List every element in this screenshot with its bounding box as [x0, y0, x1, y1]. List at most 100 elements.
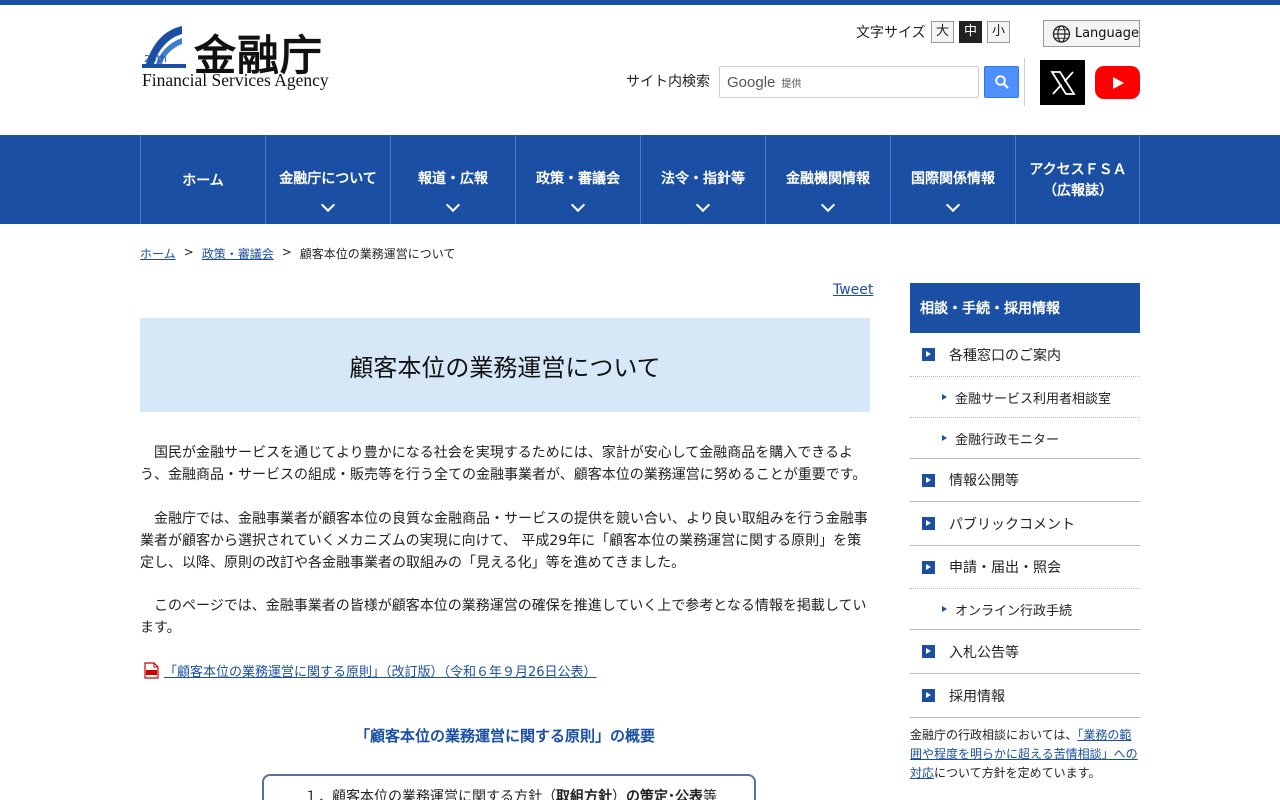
- chevron-down-icon: [820, 197, 836, 213]
- sidebar-sub-monitor[interactable]: 金融行政モニター: [910, 418, 1140, 459]
- triangle-right-icon: [942, 394, 947, 400]
- chevron-down-icon: [320, 197, 336, 213]
- youtube-link[interactable]: [1095, 66, 1140, 99]
- chevron-down-icon: [445, 197, 461, 213]
- sidebar-sub-label: 金融サービス利用者相談室: [955, 391, 1112, 407]
- logo-english-text: Financial Services Agency: [142, 70, 329, 90]
- top-accent-bar: [0, 0, 1280, 5]
- sidebar-item-contact[interactable]: 各種窓口のご案内: [910, 333, 1140, 377]
- outline-item-1-suffix: 等: [703, 789, 717, 800]
- arrow-square-icon: [922, 560, 935, 574]
- sidebar-item-disclosure[interactable]: 情報公開等: [910, 459, 1140, 502]
- intro-paragraph-3: このページでは、金融事業者の皆様が顧客本位の業務運営の確保を推進していく上で参考…: [140, 598, 867, 636]
- nav-about[interactable]: 金融庁について: [265, 135, 390, 224]
- language-button[interactable]: Language: [1043, 20, 1140, 47]
- triangle-right-icon: [942, 606, 947, 612]
- breadcrumb-policy-link[interactable]: 政策・審議会: [202, 245, 274, 262]
- font-size-label: 文字サイズ: [856, 25, 926, 41]
- breadcrumb: ホーム > 政策・審議会 > 顧客本位の業務運営について: [140, 245, 455, 262]
- font-size-medium-button[interactable]: 中: [959, 21, 982, 43]
- sidebar-item-label: 申請・届出・照会: [949, 560, 1061, 576]
- intro-paragraph-2: 金融庁では、金融事業者が顧客本位の良質な金融商品・サービスの提供を競い合い、より…: [140, 511, 868, 571]
- chevron-down-icon: [945, 197, 961, 213]
- sidebar-sub-label: オンライン行政手続: [955, 603, 1073, 619]
- nav-end-divider: [1139, 135, 1140, 224]
- nav-international-label: 国際関係情報: [911, 171, 995, 187]
- outline-item-1-prefix: １．顧客本位の業務運営に関する方針（: [304, 789, 556, 800]
- sidebar-item-recruit[interactable]: 採用情報: [910, 674, 1140, 718]
- sidebar-item-label: 採用情報: [949, 688, 1005, 705]
- sidebar-item-label: 各種窓口のご案内: [949, 347, 1061, 364]
- sidebar-note: 金融庁の行政相談においては、「業務の範囲や程度を明らかに超える苦情相談」への対応…: [910, 726, 1142, 783]
- chevron-down-icon: [695, 197, 711, 213]
- font-size-small-button[interactable]: 小: [987, 21, 1010, 43]
- sidebar-sub-consult[interactable]: 金融サービス利用者相談室: [910, 377, 1140, 418]
- principles-pdf-link[interactable]: 「顧客本位の業務運営に関する原則」（改訂版）（令和６年９月26日公表）: [144, 661, 597, 680]
- sidebar-item-application[interactable]: 申請・届出・照会: [910, 546, 1140, 589]
- sidebar-sub-online[interactable]: オンライン行政手続: [910, 589, 1140, 630]
- language-label: Language: [1074, 26, 1139, 41]
- nav-home[interactable]: ホーム: [140, 135, 265, 224]
- globe-icon: [1052, 24, 1071, 43]
- outline-item-1-bold-publish: の策定･公表: [626, 789, 703, 800]
- breadcrumb-separator: >: [281, 245, 292, 259]
- sidebar-item-public-comment[interactable]: パブリックコメント: [910, 502, 1140, 546]
- fsa-logo-icon: 25th: [142, 26, 186, 68]
- sidebar-item-bidding[interactable]: 入札公告等: [910, 630, 1140, 674]
- sidebar-note-before: 金融庁の行政相談においては、: [910, 728, 1078, 742]
- nav-about-label: 金融庁について: [279, 171, 377, 187]
- sidebar-item-label: 情報公開等: [949, 473, 1019, 489]
- nav-policy[interactable]: 政策・審議会: [515, 135, 640, 224]
- nav-press-label: 報道・広報: [418, 171, 488, 187]
- sidebar-item-label: 入札公告等: [949, 644, 1019, 661]
- site-search-label: サイト内検索: [626, 74, 710, 90]
- youtube-play-icon: [1112, 76, 1124, 89]
- nav-access-label: アクセスＦＳＡ （広報誌）: [1016, 160, 1140, 202]
- arrow-square-icon: [922, 689, 935, 702]
- nav-laws-label: 法令・指針等: [661, 171, 745, 187]
- principles-overview-heading: 「顧客本位の業務運営に関する原則」の概要: [354, 727, 655, 745]
- site-logo[interactable]: 25th 金融庁 Financial Services Agency: [142, 24, 342, 92]
- x-twitter-link[interactable]: [1040, 60, 1085, 105]
- header-divider: [1024, 58, 1025, 106]
- triangle-right-icon: [942, 435, 947, 441]
- nav-home-label: ホーム: [182, 173, 224, 189]
- nav-laws[interactable]: 法令・指針等: [640, 135, 765, 224]
- nav-access-line1: アクセスＦＳＡ: [1029, 162, 1127, 178]
- page-title: 顧客本位の業務運営について: [349, 353, 661, 382]
- nav-press[interactable]: 報道・広報: [390, 135, 515, 224]
- arrow-square-icon: [922, 348, 935, 361]
- intro-paragraph-1: 国民が金融サービスを通じてより豊かになる社会を実現するためには、家計が安心して金…: [140, 445, 867, 483]
- principles-pdf-text[interactable]: 「顧客本位の業務運営に関する原則」（改訂版）（令和６年９月26日公表）: [164, 661, 597, 680]
- sidebar-heading: 相談・手続・採用情報: [910, 283, 1140, 333]
- nav-access-line2: （広報誌）: [1043, 183, 1113, 199]
- nav-institutions-label: 金融機関情報: [786, 171, 870, 187]
- arrow-square-icon: [922, 517, 935, 530]
- nav-institutions[interactable]: 金融機関情報: [765, 135, 890, 224]
- sidebar-note-after: について方針を定めています。: [934, 766, 1101, 780]
- nav-international[interactable]: 国際関係情報: [890, 135, 1015, 224]
- outline-item-1-bold-policy: 取組方針: [556, 789, 612, 800]
- outline-item-1-mid: ）: [612, 789, 626, 800]
- page-title-box: 顧客本位の業務運営について: [140, 318, 870, 412]
- tweet-link[interactable]: Tweet: [833, 282, 873, 298]
- svg-text:25th: 25th: [144, 54, 167, 65]
- site-search-input[interactable]: Google 提供: [719, 66, 979, 98]
- breadcrumb-home-link[interactable]: ホーム: [140, 245, 176, 262]
- principles-outline-box: １．顧客本位の業務運営に関する方針（取組方針）の策定･公表等: [262, 774, 756, 800]
- breadcrumb-current: 顧客本位の業務運営について: [299, 247, 456, 261]
- breadcrumb-separator: >: [183, 245, 194, 259]
- arrow-square-icon: [922, 473, 935, 487]
- search-button[interactable]: [984, 66, 1019, 98]
- nav-policy-label: 政策・審議会: [536, 171, 620, 187]
- pdf-icon: [144, 662, 159, 679]
- google-brand-text: Google: [727, 73, 776, 91]
- arrow-square-icon: [922, 645, 935, 658]
- x-logo-icon: [1049, 70, 1076, 95]
- nav-access-fsa[interactable]: アクセスＦＳＡ （広報誌）: [1015, 135, 1140, 224]
- sidebar-sub-label: 金融行政モニター: [955, 432, 1060, 448]
- google-provided-text: 提供: [781, 78, 802, 90]
- search-icon: [994, 75, 1009, 89]
- sidebar-item-label: パブリックコメント: [949, 516, 1075, 533]
- font-size-large-button[interactable]: 大: [931, 21, 954, 43]
